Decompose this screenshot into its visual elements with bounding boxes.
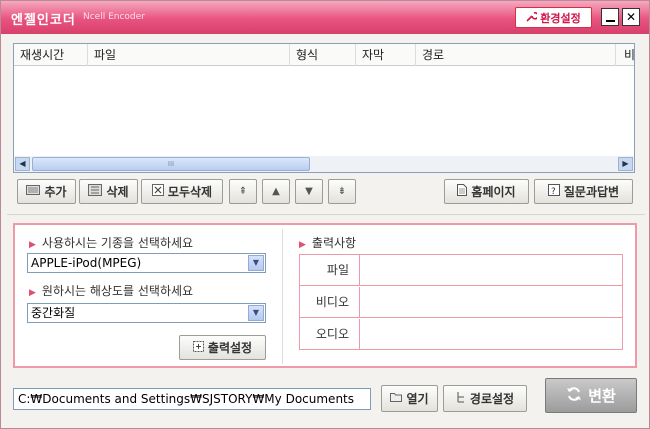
- chevron-down-icon[interactable]: ▼: [248, 255, 264, 271]
- open-label: 열기: [406, 392, 429, 406]
- panel-separator: [282, 229, 283, 364]
- keyboard-icon: [26, 185, 41, 198]
- arrow-right-icon: ▶: [29, 288, 36, 298]
- path-settings-button[interactable]: 경로설정: [443, 385, 527, 412]
- output-settings-label: 출력설정: [207, 341, 253, 355]
- expand-icon: [192, 340, 204, 355]
- resolution-label: ▶ 원하시는 해상도를 선택하세요: [29, 282, 193, 299]
- output-info-table: 파일 비디오 오디오: [299, 254, 623, 350]
- column-header-path[interactable]: 경로: [416, 44, 616, 66]
- arrow-right-icon: ▶: [29, 240, 36, 250]
- resolution-select-value: 중간화질: [31, 306, 76, 320]
- delete-button[interactable]: 삭제: [79, 179, 138, 204]
- move-top-button[interactable]: ⇞: [229, 179, 257, 204]
- output-path-field[interactable]: C:₩Documents and Settings₩SJSTORY₩My Doc…: [13, 388, 371, 410]
- output-settings-button[interactable]: 출력설정: [179, 335, 266, 360]
- move-up-button[interactable]: ▲: [262, 179, 290, 204]
- scroll-right-button[interactable]: ▶: [618, 157, 633, 171]
- device-select-value: APPLE-iPod(MPEG): [31, 256, 142, 270]
- document-icon: [457, 184, 468, 199]
- close-icon: ✕: [625, 10, 637, 24]
- horizontal-scrollbar[interactable]: ◀ III ▶: [14, 156, 634, 172]
- column-header-duration[interactable]: 재생시간: [14, 44, 88, 66]
- output-label-file: 파일: [300, 255, 360, 286]
- settings-button[interactable]: 환경설정: [515, 7, 592, 28]
- column-header-subtitle[interactable]: 자막: [356, 44, 416, 66]
- app-title: 엔젤인코더: [11, 13, 76, 28]
- scroll-thumb[interactable]: III: [32, 157, 310, 171]
- x-box-icon: [151, 184, 164, 199]
- arrow-right-icon: ▶: [299, 240, 306, 250]
- svg-text:?: ?: [551, 187, 556, 196]
- output-row-file: 파일: [300, 255, 622, 286]
- settings-panel: ▶ 사용하시는 기종을 선택하세요 APPLE-iPod(MPEG) ▼ ▶ 원하시…: [13, 223, 637, 368]
- path-settings-label: 경로설정: [469, 392, 515, 406]
- output-row-video: 비디오: [300, 287, 622, 318]
- double-chevron-down-icon: ⇟: [337, 186, 347, 197]
- chevron-down-icon: ▼: [305, 186, 313, 197]
- output-info-title-text: 출력사항: [311, 236, 357, 250]
- folder-icon: [390, 392, 403, 405]
- add-button[interactable]: 추가: [17, 179, 76, 204]
- delete-all-button[interactable]: 모두삭제: [141, 179, 223, 204]
- delete-file-icon: [88, 184, 103, 199]
- chevron-down-icon[interactable]: ▼: [248, 305, 264, 321]
- double-chevron-up-icon: ⇞: [238, 186, 248, 197]
- refresh-icon: [566, 386, 582, 406]
- add-label: 추가: [44, 185, 67, 199]
- resolution-label-text: 원하시는 해상도를 선택하세요: [41, 284, 194, 298]
- output-label-video: 비디오: [300, 287, 360, 318]
- homepage-button[interactable]: 홈페이지: [444, 179, 529, 204]
- move-down-button[interactable]: ▼: [295, 179, 323, 204]
- settings-label: 환경설정: [540, 11, 581, 25]
- resolution-select[interactable]: 중간화질 ▼: [27, 303, 266, 323]
- minimize-button[interactable]: [601, 8, 619, 26]
- column-header-format[interactable]: 형식: [290, 44, 356, 66]
- close-button[interactable]: ✕: [622, 8, 640, 26]
- output-label-audio: 오디오: [300, 319, 360, 350]
- delete-label: 삭제: [106, 185, 129, 199]
- homepage-label: 홈페이지: [471, 185, 516, 199]
- convert-button[interactable]: 변환: [545, 378, 637, 413]
- wrench-icon: [526, 11, 540, 25]
- device-select[interactable]: APPLE-iPod(MPEG) ▼: [27, 253, 266, 273]
- output-info-title: ▶ 출력사항: [299, 234, 356, 251]
- title-bar[interactable]: 엔젤인코더 Ncell Encoder 환경설정 ✕: [1, 1, 649, 34]
- open-button[interactable]: 열기: [381, 385, 438, 412]
- faq-button[interactable]: ? 질문과답변: [534, 179, 633, 204]
- scroll-left-button[interactable]: ◀: [15, 157, 30, 171]
- file-list-header: 재생시간 파일 형식 자막 경로 비: [14, 44, 635, 66]
- move-bottom-button[interactable]: ⇟: [328, 179, 356, 204]
- path-icon: [456, 391, 466, 406]
- convert-label: 변환: [588, 387, 616, 405]
- app-subtitle: Ncell Encoder: [83, 12, 145, 22]
- column-header-file[interactable]: 파일: [88, 44, 290, 66]
- output-row-audio: 오디오: [300, 319, 622, 350]
- question-icon: ?: [547, 184, 560, 199]
- file-list[interactable]: 재생시간 파일 형식 자막 경로 비 ◀ III ▶: [13, 43, 635, 173]
- device-label: ▶ 사용하시는 기종을 선택하세요: [29, 234, 193, 251]
- chevron-up-icon: ▲: [272, 186, 280, 197]
- section-divider: [7, 214, 645, 215]
- column-header-rate[interactable]: 비: [616, 44, 635, 66]
- delete-all-label: 모두삭제: [167, 185, 213, 199]
- app-window: 엔젤인코더 Ncell Encoder 환경설정 ✕ 재생시간 파일 형식 자막…: [0, 0, 650, 429]
- device-label-text: 사용하시는 기종을 선택하세요: [41, 236, 194, 250]
- minimize-icon: [605, 20, 615, 22]
- faq-label: 질문과답변: [563, 185, 620, 199]
